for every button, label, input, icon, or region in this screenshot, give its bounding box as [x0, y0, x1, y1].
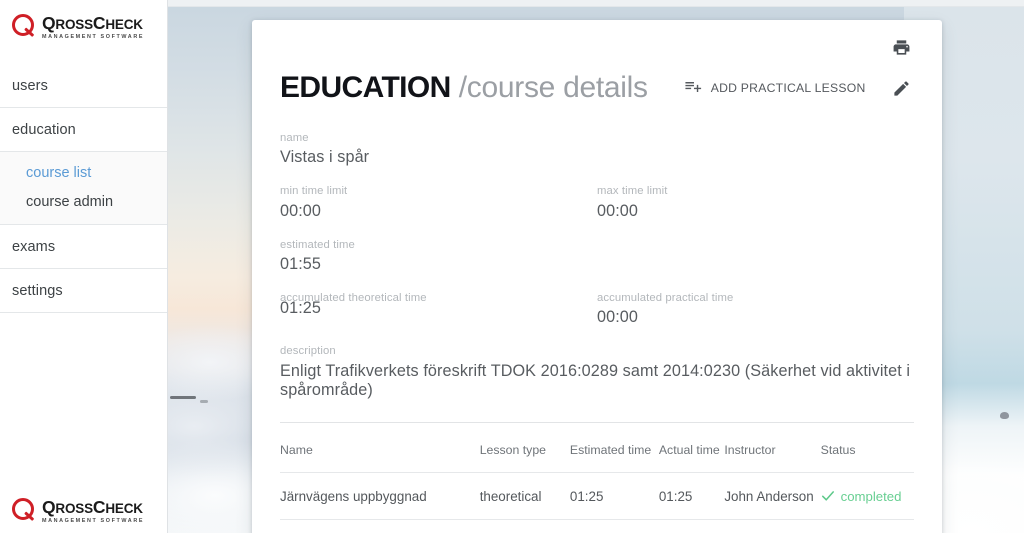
sidebar-logo[interactable]: QROSSCHECK MANAGEMENT SOFTWARE	[0, 0, 167, 58]
magnifying-glass-q-icon	[12, 14, 39, 41]
field-accumulated-practical-time: accumulated practical time 00:00	[597, 292, 914, 327]
field-value: 00:00	[597, 201, 639, 220]
field-min-time-limit: min time limit 00:00	[280, 185, 597, 220]
column-header-estimated-time[interactable]: Estimated time	[569, 426, 659, 473]
cell-estimated-time: 01:25	[569, 472, 659, 520]
field-value: 00:00	[597, 308, 639, 327]
field-label: max time limit	[597, 185, 668, 198]
field-row-estimated: estimated time 01:55	[280, 239, 914, 274]
field-row-name: name Vistas i spår	[280, 132, 914, 167]
sidebar-subnav-education: course list course admin	[0, 152, 167, 225]
field-value: Vistas i spår	[280, 148, 370, 167]
add-practical-lesson-label: ADD PRACTICAL LESSON	[710, 81, 866, 95]
playlist-add-icon	[684, 77, 702, 100]
app-root: QROSSCHECK MANAGEMENT SOFTWARE users edu…	[0, 0, 1024, 533]
sidebar-item-label: education	[12, 121, 76, 138]
sidebar-item-settings[interactable]: settings	[0, 269, 167, 313]
sidebar-item-exams[interactable]: exams	[0, 225, 167, 269]
cell-actual-time: 01:25	[658, 472, 725, 520]
table-row[interactable]: Elkännedom theoretical 00:20 completed	[280, 519, 914, 533]
pencil-icon[interactable]	[888, 75, 914, 101]
sidebar-nav: users education course list course admin…	[0, 64, 167, 313]
field-estimated-time: estimated time 01:55	[280, 239, 597, 274]
cell-lesson-type: theoretical	[479, 519, 570, 533]
section-divider	[280, 421, 914, 423]
course-details-card: EDUCATION /course details ADD PRACTICAL …	[252, 20, 942, 533]
field-label: min time limit	[280, 185, 348, 198]
field-label: name	[280, 132, 309, 144]
column-header-status[interactable]: Status	[820, 426, 914, 473]
status-badge: completed	[840, 488, 902, 504]
column-header-name[interactable]: Name	[280, 426, 480, 473]
cell-name: Järnvägens uppbyggnad	[280, 472, 480, 520]
table-header-row: Name Lesson type Estimated time Actual t…	[280, 426, 914, 473]
field-row-description: description Enligt Trafikverkets föreskr…	[280, 345, 914, 399]
field-row-accumulated: accumulated theoretical time 01:25 accum…	[280, 292, 914, 327]
field-accumulated-theoretical-time: accumulated theoretical time 01:25	[280, 292, 597, 327]
sidebar-item-education[interactable]: education	[0, 108, 167, 152]
cell-instructor	[724, 519, 821, 533]
sidebar-item-users[interactable]: users	[0, 64, 167, 108]
field-spacer	[597, 239, 914, 274]
sidebar-subitem-label: course admin	[26, 193, 114, 210]
cell-status: completed	[820, 472, 914, 520]
field-row-time-limits: min time limit 00:00 max time limit 00:0…	[280, 185, 914, 220]
background-detail	[1000, 412, 1009, 419]
page-header: EDUCATION /course details ADD PRACTICAL …	[280, 66, 914, 110]
sidebar-item-course-admin[interactable]: course admin	[0, 187, 167, 216]
field-value: 00:00	[280, 201, 322, 220]
cell-name: Elkännedom	[280, 519, 480, 533]
field-label: estimated time	[280, 238, 355, 251]
sidebar-footer-logo: QROSSCHECK MANAGEMENT SOFTWARE	[0, 498, 168, 525]
field-description: description Enligt Trafikverkets föreskr…	[280, 345, 914, 399]
field-label: accumulated practical time	[597, 291, 734, 304]
add-practical-lesson-button[interactable]: ADD PRACTICAL LESSON	[684, 77, 866, 100]
print-icon[interactable]	[888, 34, 914, 60]
field-name: name Vistas i spår	[280, 132, 914, 167]
page-title: EDUCATION /course details	[280, 71, 648, 104]
cell-instructor: John Anderson	[724, 472, 821, 520]
field-value: 01:55	[280, 254, 322, 273]
field-max-time-limit: max time limit 00:00	[597, 185, 914, 220]
sidebar-item-course-list[interactable]: course list	[0, 158, 167, 187]
sidebar-item-label: users	[12, 77, 48, 94]
brand-tagline: MANAGEMENT SOFTWARE	[42, 33, 145, 40]
brand-name: QROSSCHECK	[42, 497, 143, 518]
background-detail	[200, 400, 208, 403]
cell-actual-time	[658, 519, 725, 533]
field-label: description	[280, 345, 336, 358]
cell-lesson-type: theoretical	[479, 472, 570, 520]
course-fields: name Vistas i spår min time limit 00:00 …	[280, 132, 914, 400]
sidebar-item-label: settings	[12, 282, 63, 299]
sidebar-item-label: exams	[12, 238, 56, 255]
field-value: Enligt Trafikverkets föreskrift TDOK 201…	[280, 361, 911, 399]
magnifying-glass-q-icon	[12, 498, 39, 525]
brand-name: QROSSCHECK	[42, 13, 143, 34]
check-icon	[821, 491, 834, 501]
column-header-actual-time[interactable]: Actual time	[658, 426, 725, 473]
sidebar: QROSSCHECK MANAGEMENT SOFTWARE users edu…	[0, 0, 168, 533]
brand-tagline: MANAGEMENT SOFTWARE	[42, 517, 145, 524]
background-detail	[170, 396, 196, 399]
cell-estimated-time: 00:20	[569, 519, 659, 533]
lessons-table: Name Lesson type Estimated time Actual t…	[280, 426, 914, 533]
sidebar-subitem-label: course list	[26, 164, 92, 181]
column-header-instructor[interactable]: Instructor	[724, 426, 821, 473]
cell-status: completed	[820, 519, 914, 533]
table-row[interactable]: Järnvägens uppbyggnad theoretical 01:25 …	[280, 472, 914, 520]
card-toolbar	[280, 20, 914, 60]
column-header-lesson-type[interactable]: Lesson type	[479, 426, 570, 473]
